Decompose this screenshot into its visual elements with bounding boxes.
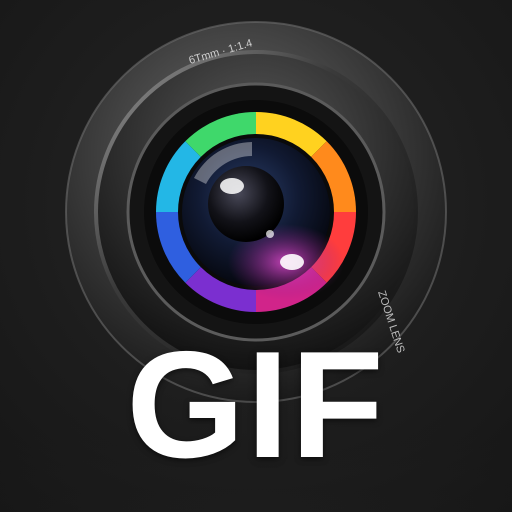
gif-camera-app-icon[interactable]: 6Tmm · 1:1.4 ZOOM LENS GIF xyxy=(0,0,512,512)
gif-label: GIF xyxy=(126,320,386,490)
lens-pupil xyxy=(208,166,284,242)
